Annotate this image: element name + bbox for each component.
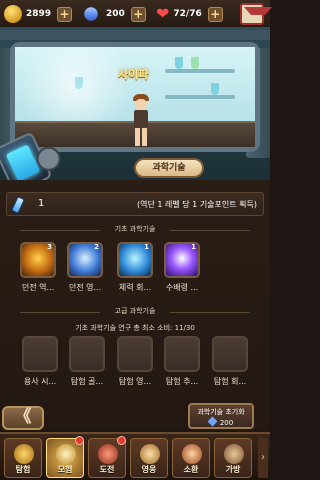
gem-icon xyxy=(207,416,218,427)
test-tube-icon xyxy=(10,196,26,214)
reset-label: 과학기술 초기화 xyxy=(197,408,245,416)
compass-icon xyxy=(56,444,76,464)
basic-section-label: 기초 과학기술 xyxy=(0,224,270,236)
top-resource-bar: 2899 + 200 + ❤ 72/76 + xyxy=(0,0,272,28)
tech-point-description: (역단 1 레벨 당 1 기술포인트 획득) xyxy=(137,200,257,209)
skull-icon xyxy=(98,444,118,464)
nav-explore[interactable]: 탐험 xyxy=(4,438,42,478)
skill-name: 탐험 골... xyxy=(70,377,104,386)
add-gold-button[interactable]: + xyxy=(57,6,73,22)
skill-wanted[interactable]: 1 xyxy=(164,242,200,278)
tech-point-value: 1 xyxy=(38,198,45,209)
nav-challenge[interactable]: 도전 xyxy=(88,436,126,478)
back-button[interactable]: 《 xyxy=(2,406,44,430)
advanced-requirement: 기초 과학기술 연구 총 최소 소비: 11/30 xyxy=(75,324,195,332)
gem-counter: 200 + xyxy=(81,4,146,24)
gold-value: 2899 xyxy=(26,9,52,19)
mail-icon[interactable] xyxy=(240,3,272,25)
nav-bag[interactable]: 가방 xyxy=(214,438,252,478)
skill-count: 2 xyxy=(94,243,99,251)
heart-icon: ❤ xyxy=(156,4,170,23)
skill-name: 용사 시... xyxy=(23,377,57,386)
castle-icon xyxy=(14,444,34,464)
skill-explore-recover-locked[interactable] xyxy=(212,336,248,372)
notification-badge xyxy=(117,436,126,445)
add-gem-button[interactable]: + xyxy=(130,6,146,22)
advanced-section-label: 고급 과학기술 xyxy=(0,306,270,318)
add-energy-button[interactable]: + xyxy=(207,6,223,22)
card-icon xyxy=(182,444,202,464)
science-panel: 1 (역단 1 레벨 당 1 기술포인트 획득) 기초 과학기술 3 2 1 1… xyxy=(0,180,270,430)
skill-hero-locked[interactable] xyxy=(22,336,58,372)
skill-name: 탐험 영... xyxy=(118,377,152,386)
skill-count: 1 xyxy=(144,243,149,251)
science-tech-title: 과학기술 xyxy=(134,158,204,178)
lab-scene: 사이파 xyxy=(0,28,270,180)
skill-dungeon-2[interactable]: 2 xyxy=(67,242,103,278)
gem-icon xyxy=(81,4,101,24)
hero-icon xyxy=(140,444,160,464)
skill-count: 3 xyxy=(47,243,52,251)
nav-summon[interactable]: 소환 xyxy=(172,438,210,478)
reset-cost: 200 xyxy=(190,416,252,427)
nav-more-arrow[interactable]: › xyxy=(258,438,268,478)
nav-adventure[interactable]: 모험 xyxy=(46,436,84,478)
tech-point-row: 1 (역단 1 레벨 당 1 기술포인트 획득) xyxy=(6,192,264,216)
energy-counter: ❤ 72/76 + xyxy=(156,4,223,24)
skill-explore-extra-locked[interactable] xyxy=(164,336,200,372)
skill-name: 수배령 ... xyxy=(165,283,199,292)
notification-badge xyxy=(75,436,84,445)
skill-name: 체력 회... xyxy=(118,283,152,292)
gold-coin-icon xyxy=(4,5,22,23)
bottom-nav: 탐험 모험 도전 영웅 소환 가방 › xyxy=(0,432,270,480)
gold-counter: 2899 + xyxy=(4,4,73,24)
energy-value: 72/76 xyxy=(173,9,202,19)
skill-name: 탐험 회... xyxy=(213,377,247,386)
character-name: 사이파 xyxy=(118,68,149,81)
skill-name: 탐험 추... xyxy=(165,377,199,386)
reset-tech-button[interactable]: 과학기술 초기화 200 xyxy=(188,403,254,429)
hero-character[interactable] xyxy=(132,94,150,150)
skill-name: 던전 역... xyxy=(21,283,55,292)
gem-value: 200 xyxy=(106,9,125,19)
skill-explore-gold-locked[interactable] xyxy=(69,336,105,372)
bag-icon xyxy=(224,444,244,464)
skill-stamina[interactable]: 1 xyxy=(117,242,153,278)
skill-name: 던전 영... xyxy=(68,283,102,292)
skill-dungeon-1[interactable]: 3 xyxy=(20,242,56,278)
skill-count: 1 xyxy=(191,243,196,251)
nav-heroes[interactable]: 영웅 xyxy=(130,438,168,478)
skill-explore-exp-locked[interactable] xyxy=(117,336,153,372)
